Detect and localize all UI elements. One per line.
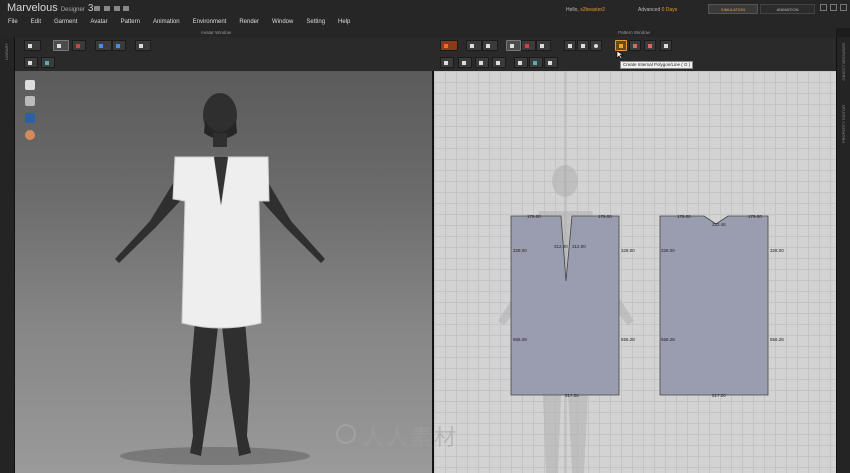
internal-circle-button[interactable] xyxy=(644,40,656,51)
menu-file[interactable]: File xyxy=(8,19,18,25)
left-sidebar: LIBRARY xyxy=(0,37,15,473)
menu-help[interactable]: Help xyxy=(338,19,350,25)
front-side-left-bottom: 556.28 xyxy=(513,337,527,342)
back-side-left-bottom: 556.28 xyxy=(661,337,675,342)
menu-pattern[interactable]: Pattern xyxy=(121,19,140,25)
maximize-button[interactable] xyxy=(830,4,837,11)
edit-sewing-button[interactable] xyxy=(475,57,489,68)
avatar-toolbar xyxy=(15,37,432,71)
avatar-shadow xyxy=(120,447,310,465)
tooltip: Create Internal Polygon/Line ( G ) xyxy=(620,61,694,69)
animation-mode-tab[interactable]: ANIMATION xyxy=(760,4,815,14)
back-side-right-bottom: 556.28 xyxy=(770,337,784,342)
pattern-viewport[interactable]: 179.00 179.00 312.00 312.00 328.00 328.0… xyxy=(434,71,836,473)
front-v-right-length: 312.00 xyxy=(572,244,586,249)
menu-bar: File Edit Garment Avatar Pattern Animati… xyxy=(0,16,850,28)
back-top-right-length: 179.00 xyxy=(748,214,762,219)
texture-button[interactable] xyxy=(514,57,528,68)
license-info: Advanced 0 Days xyxy=(638,7,678,13)
pattern-window-header: Pattern Window xyxy=(432,28,836,37)
pattern-window-title: Pattern Window xyxy=(618,30,650,35)
avatar-window-title: Avatar Window xyxy=(200,30,232,35)
redo-icon[interactable] xyxy=(123,6,129,11)
watermark-text: 人人素材 xyxy=(362,425,459,450)
back-neck-length: 222.46 xyxy=(712,222,726,227)
minimize-button[interactable] xyxy=(820,4,827,11)
simulate-button[interactable] xyxy=(24,40,41,51)
dart-button[interactable] xyxy=(660,40,672,51)
save-icon[interactable] xyxy=(94,6,100,11)
avatar-viewport[interactable] xyxy=(15,71,432,473)
back-top-left-length: 179.00 xyxy=(677,214,691,219)
back-pattern-piece xyxy=(659,215,769,396)
avatar-scene xyxy=(115,93,325,465)
object-browser-tab[interactable]: OBJECT BROWSER xyxy=(841,43,846,81)
edit-curvature-button[interactable] xyxy=(521,40,536,51)
avatar-window-header: Avatar Window xyxy=(0,28,432,37)
display-avatar-button[interactable] xyxy=(41,57,55,68)
back-side-left-top: 328.00 xyxy=(661,248,675,253)
app-logo: Marvelous Designer 3 xyxy=(7,2,94,14)
refresh-button[interactable] xyxy=(440,40,458,51)
menu-render[interactable]: Render xyxy=(239,19,259,25)
front-top-left-length: 179.00 xyxy=(527,214,541,219)
watermark-logo xyxy=(336,424,356,444)
edit-texture-button[interactable] xyxy=(529,57,543,68)
front-side-left-top: 328.00 xyxy=(513,248,527,253)
menu-avatar[interactable]: Avatar xyxy=(90,19,107,25)
rectangle-button[interactable] xyxy=(577,40,589,51)
menu-window[interactable]: Window xyxy=(272,19,293,25)
menu-edit[interactable]: Edit xyxy=(31,19,41,25)
edit-point-button[interactable] xyxy=(506,40,521,51)
right-sidebar: OBJECT BROWSER PROPERTY EDITOR xyxy=(836,37,850,473)
front-side-right-top: 328.00 xyxy=(621,248,635,253)
polygon-button[interactable] xyxy=(564,40,576,51)
open-icon[interactable] xyxy=(104,6,110,11)
undo-icon[interactable] xyxy=(114,6,120,11)
menu-animation[interactable]: Animation xyxy=(153,19,180,25)
front-bottom-length: 517.00 xyxy=(565,393,579,398)
user-greeting: Hello, s2beaster2 xyxy=(566,7,605,13)
arrangement-button[interactable] xyxy=(95,40,112,51)
back-bottom-length: 517.00 xyxy=(712,393,726,398)
library-tab[interactable]: LIBRARY xyxy=(4,43,9,60)
front-top-right-length: 179.00 xyxy=(598,214,612,219)
mouse-cursor-icon xyxy=(616,50,624,60)
tack-button[interactable] xyxy=(135,40,151,51)
front-v-left-length: 312.00 xyxy=(554,244,568,249)
menu-garment[interactable]: Garment xyxy=(54,19,77,25)
select-mesh-button[interactable] xyxy=(72,40,86,51)
segment-sewing-button[interactable] xyxy=(440,57,454,68)
internal-rectangle-button[interactable] xyxy=(629,40,641,51)
property-editor-tab[interactable]: PROPERTY EDITOR xyxy=(841,105,846,143)
select-move-button[interactable] xyxy=(53,40,69,51)
close-button[interactable] xyxy=(840,4,847,11)
check-sewing-button[interactable] xyxy=(492,57,506,68)
edit-pattern-button[interactable] xyxy=(482,40,498,51)
free-sewing-button[interactable] xyxy=(458,57,472,68)
playback-button[interactable] xyxy=(24,57,38,68)
pattern-scene: 179.00 179.00 312.00 312.00 328.00 328.0… xyxy=(498,71,784,473)
menu-setting[interactable]: Setting xyxy=(306,19,325,25)
back-side-right-top: 328.00 xyxy=(770,248,784,253)
layout-button[interactable] xyxy=(544,57,558,68)
transform-pattern-button[interactable] xyxy=(466,40,482,51)
circle-button[interactable] xyxy=(590,40,602,51)
simulation-mode-tab[interactable]: SIMULATION xyxy=(708,4,758,14)
add-point-button[interactable] xyxy=(536,40,551,51)
menu-environment[interactable]: Environment xyxy=(193,19,227,25)
front-side-right-bottom: 556.28 xyxy=(621,337,635,342)
fold-arrangement-button[interactable] xyxy=(112,40,126,51)
